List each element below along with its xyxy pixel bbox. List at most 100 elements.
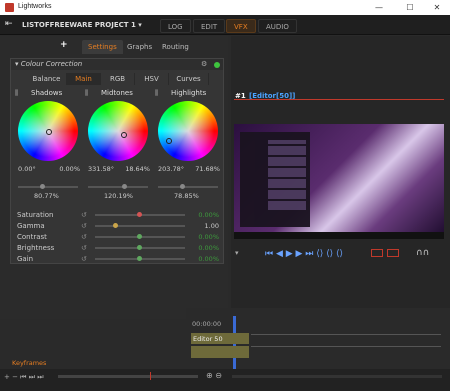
project-name[interactable]: LISTOFFREEWARE PROJECT 1 ▾ [22,21,142,29]
enabled-indicator-icon[interactable] [214,62,220,68]
tab-settings[interactable]: Settings [82,40,123,54]
clip-label: Editor 50 [193,335,223,343]
row-gamma-label: Gamma [17,222,45,230]
wheel-shadows-sat: 0.00% [59,165,80,173]
row-saturation-knob[interactable] [137,212,142,217]
subtab-balance[interactable]: Balance [27,73,67,85]
keyframes-label: Keyframes [12,359,47,367]
viewer-divider [234,99,444,100]
wheel-shadows-level: 80.77% [34,192,59,200]
tab-edit[interactable]: EDIT [193,19,226,33]
wheel-highlights-title: Highlights [171,89,207,97]
wheel-midtones-level-knob[interactable] [122,184,128,189]
wheel-midtones-title: Midtones [101,89,133,97]
track-line [251,334,441,335]
row-contrast-label: Contrast [17,233,47,241]
wheel-highlights-level-knob[interactable] [179,184,185,189]
row-gamma-value[interactable]: 1.00 [191,222,219,230]
wheel-highlights-handle[interactable] [166,137,173,144]
wheel-highlights-level-slider[interactable] [158,186,218,188]
row-saturation-label: Saturation [17,211,54,219]
settings-icon[interactable]: ⚙ [201,60,207,68]
wheel-midtones-level-slider[interactable] [88,186,148,188]
collapse-icon[interactable]: ▾ [15,60,19,68]
row-gain-value[interactable]: 0.00% [191,255,219,263]
row-gamma-knob[interactable] [113,223,118,228]
row-gain-knob[interactable] [137,256,142,261]
row-saturation-value[interactable]: 0.00% [191,211,219,219]
zoom-icons[interactable]: ⊕ ⊖ [206,371,222,380]
wheel-midtones-level: 120.19% [104,192,133,200]
maximize-button[interactable]: ☐ [396,1,424,14]
wheel-midtones-sat: 18.64% [125,165,150,173]
row-gamma-slider[interactable] [95,225,185,227]
start-tiles-image [268,140,306,210]
keyframe-nav-icons[interactable]: + − ⏮ ⏭ ⏭ [4,373,44,382]
audio-icon[interactable]: ∩∩ [416,248,429,258]
cc-header: ▾ Colour Correction [11,59,223,70]
wheel-highlights-sat: 71.68% [195,165,220,173]
timecode: 00:00:00 [192,320,222,328]
row-gain-reset-icon[interactable]: ↺ [81,255,87,263]
keyframe-bar: Keyframes + − ⏮ ⏭ ⏭ ⊕ ⊖ [0,359,450,391]
mark-in-icon[interactable] [371,249,383,257]
subtab-curves[interactable]: Curves [169,73,209,85]
wheel-shadows-level-slider[interactable] [18,186,78,188]
tab-vfx[interactable]: VFX [226,19,256,33]
minimize-button[interactable]: — [365,1,393,14]
wheel-highlights-icon: ⫼ [155,89,159,97]
row-gamma-reset-icon[interactable]: ↺ [81,222,87,230]
video-frame[interactable] [234,124,444,239]
viewer-panel: #1 [Editor[50]] ▾ ⏮ ◀ ▶ ▶ ⏭ ⟨⟩ ⟨⟩ ⟨⟩ ∩∩ [231,36,450,308]
tab-log[interactable]: LOG [160,19,191,33]
colour-correction-panel: ▾ Colour Correction ⚙ Balance Main RGB H… [10,58,224,264]
timeline-clip-audio[interactable] [191,346,249,358]
viewer-menu-icon[interactable]: ▾ [235,249,239,257]
subtab-main[interactable]: Main [67,73,101,85]
window-title: Lightworks [18,3,52,10]
add-effect-button[interactable]: + [60,40,68,50]
keyframe-track[interactable] [58,375,198,378]
wheel-midtones-handle[interactable] [120,131,127,138]
row-contrast-value[interactable]: 0.00% [191,233,219,241]
wheel-shadows-handle[interactable] [46,129,52,135]
row-contrast-reset-icon[interactable]: ↺ [81,233,87,241]
row-contrast-knob[interactable] [137,234,142,239]
wheel-midtones-icon: ⫼ [85,89,89,97]
tab-graphs[interactable]: Graphs [121,40,158,54]
row-saturation-reset-icon[interactable]: ↺ [81,211,87,219]
wheel-shadows-title: Shadows [31,89,63,97]
row-brightness-label: Brightness [17,244,55,252]
tab-audio[interactable]: AUDIO [258,19,297,33]
row-brightness-reset-icon[interactable]: ↺ [81,244,87,252]
color-wheel-highlights[interactable] [158,101,218,161]
wheel-highlights-level: 78.85% [174,192,199,200]
window-titlebar: Lightworks — ☐ ✕ [0,0,450,15]
app-header: ⇤ LISTOFFREEWARE PROJECT 1 ▾ LOG EDIT VF… [0,15,450,35]
timeline-scrollbar[interactable] [232,375,442,378]
timeline-clip[interactable]: Editor 50 [191,333,249,344]
row-gain-label: Gain [17,255,34,263]
cc-title: Colour Correction [20,60,83,68]
row-brightness-knob[interactable] [137,245,142,250]
app-logo-icon [5,3,14,12]
exit-icon[interactable]: ⇤ [5,19,13,29]
track-line [251,346,441,347]
wheel-midtones-hue: 331.58° [88,165,114,173]
wheel-highlights-hue: 203.78° [158,165,184,173]
taskbar-image [234,232,444,239]
playback-controls[interactable]: ⏮ ◀ ▶ ▶ ⏭ ⟨⟩ ⟨⟩ ⟨⟩ [265,249,343,259]
subtab-rgb[interactable]: RGB [101,73,135,85]
row-brightness-value[interactable]: 0.00% [191,244,219,252]
color-wheel-midtones[interactable] [88,101,148,161]
tab-routing[interactable]: Routing [156,40,195,54]
subtab-hsv[interactable]: HSV [135,73,169,85]
keyframe-marker[interactable] [150,372,151,380]
close-button[interactable]: ✕ [423,1,450,14]
wheel-shadows-icon: ⫼ [15,89,19,97]
wheel-shadows-level-knob[interactable] [40,184,46,189]
mark-out-icon[interactable] [387,249,399,257]
wheel-shadows-hue: 0.00° [18,165,36,173]
start-menu-image [240,132,310,227]
timeline-panel: 00:00:00 Editor 50 [186,308,450,378]
